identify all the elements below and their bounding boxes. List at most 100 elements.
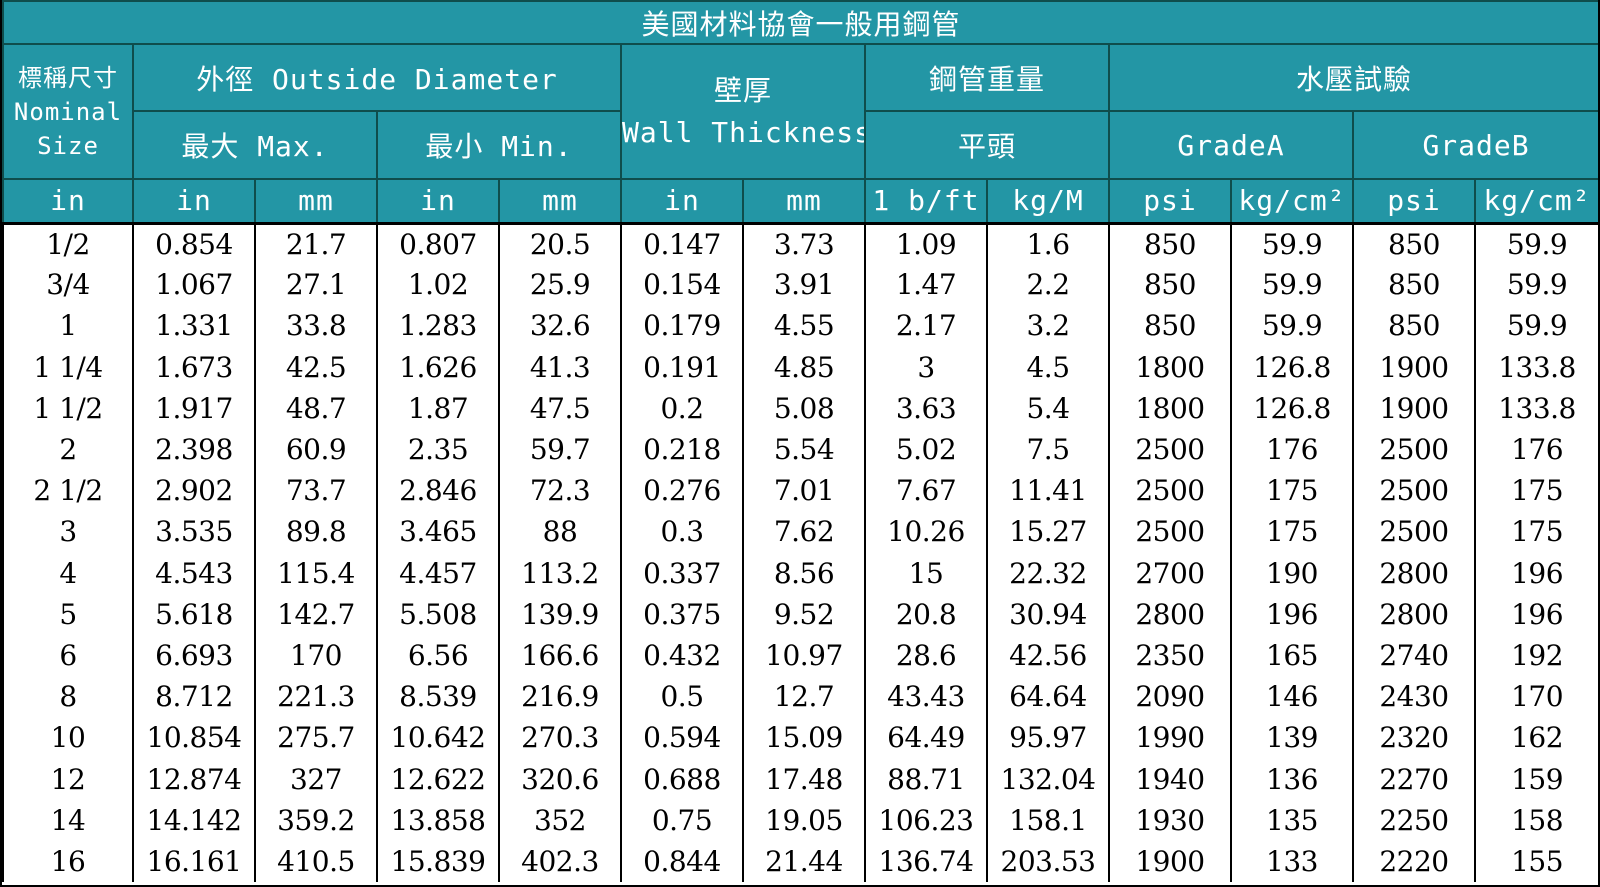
table-cell: 203.53 <box>986 840 1110 882</box>
table-cell: 2.902 <box>132 470 256 512</box>
table-cell: 48.7 <box>254 387 378 429</box>
table-cell: 7.5 <box>986 428 1110 471</box>
table-cell: 1.283 <box>376 305 500 347</box>
unit-cell: kg/M <box>986 178 1110 225</box>
pipe-weight-header: 鋼管重量 <box>864 43 1110 112</box>
table-cell: 1800 <box>1108 346 1232 388</box>
table-cell: 2740 <box>1352 634 1476 677</box>
table-cell: 1.067 <box>132 264 256 306</box>
table-cell: 27.1 <box>254 264 378 306</box>
table-cell: 0.688 <box>620 758 744 800</box>
table-cell: 2500 <box>1352 511 1476 553</box>
table-cell: 142.7 <box>254 593 378 635</box>
table-cell: 192 <box>1473 634 1598 677</box>
table-cell: 1900 <box>1108 840 1232 882</box>
table-cell: 59.9 <box>1230 264 1354 306</box>
table-cell: 64.49 <box>864 717 988 759</box>
table-cell: 275.7 <box>254 717 378 759</box>
table-row: 6 6.693 170 6.56 166.6 0.432 10.97 28.6 42.56 235… <box>2 634 1598 677</box>
unit-cell: in <box>2 178 134 225</box>
table-cell: 43.43 <box>864 676 988 718</box>
table-cell: 42.5 <box>254 346 378 388</box>
nominal-size-cell: 8 <box>2 676 134 718</box>
table-cell: 176 <box>1473 428 1598 471</box>
table-row: 1/2 0.854 21.7 0.807 20.5 0.147 3.73 1.09 1.6 850… <box>2 223 1598 265</box>
table-cell: 89.8 <box>254 511 378 553</box>
table-cell: 10.854 <box>132 717 256 759</box>
table-cell: 0.854 <box>132 223 256 265</box>
table-cell: 22.32 <box>986 552 1110 594</box>
table-cell: 59.9 <box>1230 305 1354 347</box>
table-cell: 5.02 <box>864 428 988 471</box>
table-cell: 0.432 <box>620 634 744 677</box>
table-cell: 327 <box>254 758 378 800</box>
table-cell: 7.67 <box>864 470 988 512</box>
table-cell: 162 <box>1473 717 1598 759</box>
nominal-size-label-en: Nominal <box>13 97 123 126</box>
table-title: 美國材料協會一般用鋼管 <box>2 0 1598 45</box>
table-cell: 11.41 <box>986 470 1110 512</box>
table-cell: 0.3 <box>620 511 744 553</box>
table-cell: 1930 <box>1108 799 1232 841</box>
table-cell: 2500 <box>1108 428 1232 471</box>
table-cell: 352 <box>498 799 622 841</box>
table-cell: 28.6 <box>864 634 988 677</box>
table-cell: 1800 <box>1108 387 1232 429</box>
table-row: 1 1.331 33.8 1.283 32.6 0.179 4.55 2.17 3.2 850 59… <box>2 305 1598 347</box>
table-cell: 106.23 <box>864 799 988 841</box>
grade-b-header: GradeB <box>1351 110 1598 180</box>
table-cell: 1.331 <box>132 305 256 347</box>
table-cell: 0.276 <box>620 470 744 512</box>
table-cell: 73.7 <box>254 470 378 512</box>
table-cell: 196 <box>1473 593 1598 635</box>
table-cell: 126.8 <box>1230 387 1354 429</box>
table-cell: 196 <box>1230 593 1354 635</box>
table-cell: 139 <box>1230 717 1354 759</box>
table-cell: 3.465 <box>376 511 500 553</box>
table-row: 2 1/2 2.902 73.7 2.846 72.3 0.276 7.01 7.67 11.4… <box>2 470 1598 512</box>
table-cell: 2250 <box>1352 799 1476 841</box>
table-cell: 0.2 <box>620 387 744 429</box>
table-cell: 0.807 <box>376 223 500 265</box>
unit-cell: psi <box>1108 178 1232 225</box>
table-cell: 3.91 <box>742 264 866 306</box>
nominal-size-cell: 16 <box>2 840 134 882</box>
table-cell: 165 <box>1230 634 1354 677</box>
table-cell: 850 <box>1352 223 1476 265</box>
table-cell: 16.161 <box>132 840 256 882</box>
table-cell: 64.64 <box>986 676 1110 718</box>
od-min-header: 最小 Min. <box>376 110 622 180</box>
table-cell: 4.55 <box>742 305 866 347</box>
table-cell: 15.09 <box>742 717 866 759</box>
table-cell: 2.35 <box>376 428 500 471</box>
table-cell: 2320 <box>1352 717 1476 759</box>
table-row: 8 8.712 221.3 8.539 216.9 0.5 12.7 43.43 64.64 20… <box>2 676 1598 718</box>
table-cell: 2800 <box>1108 593 1232 635</box>
table-cell: 175 <box>1230 470 1354 512</box>
table-cell: 2500 <box>1108 511 1232 553</box>
table-body: 1/2 0.854 21.7 0.807 20.5 0.147 3.73 1.09 1.6 850… <box>2 223 1598 882</box>
table-cell: 30.94 <box>986 593 1110 635</box>
table-cell: 166.6 <box>498 634 622 677</box>
table-cell: 158 <box>1473 799 1598 841</box>
table-cell: 15.839 <box>376 840 500 882</box>
table-cell: 59.9 <box>1230 223 1354 265</box>
table-cell: 9.52 <box>742 593 866 635</box>
table-cell: 410.5 <box>254 840 378 882</box>
table-cell: 0.844 <box>620 840 744 882</box>
plain-end-header: 平頭 <box>864 110 1110 180</box>
table-cell: 1.6 <box>986 223 1110 265</box>
table-cell: 320.6 <box>498 758 622 800</box>
table-cell: 133 <box>1230 840 1354 882</box>
table-cell: 59.9 <box>1473 264 1598 306</box>
table-cell: 3.535 <box>132 511 256 553</box>
unit-cell: mm <box>254 178 378 225</box>
table-cell: 0.191 <box>620 346 744 388</box>
table-row: 4 4.543 115.4 4.457 113.2 0.337 8.56 15 22.32 270… <box>2 552 1598 594</box>
table-cell: 1.673 <box>132 346 256 388</box>
table-row: 3 3.535 89.8 3.465 88 0.3 7.62 10.26 15.27 2500 17… <box>2 511 1598 553</box>
table-cell: 21.44 <box>742 840 866 882</box>
table-cell: 2800 <box>1352 593 1476 635</box>
table-cell: 2500 <box>1352 428 1476 471</box>
table-cell: 196 <box>1473 552 1598 594</box>
